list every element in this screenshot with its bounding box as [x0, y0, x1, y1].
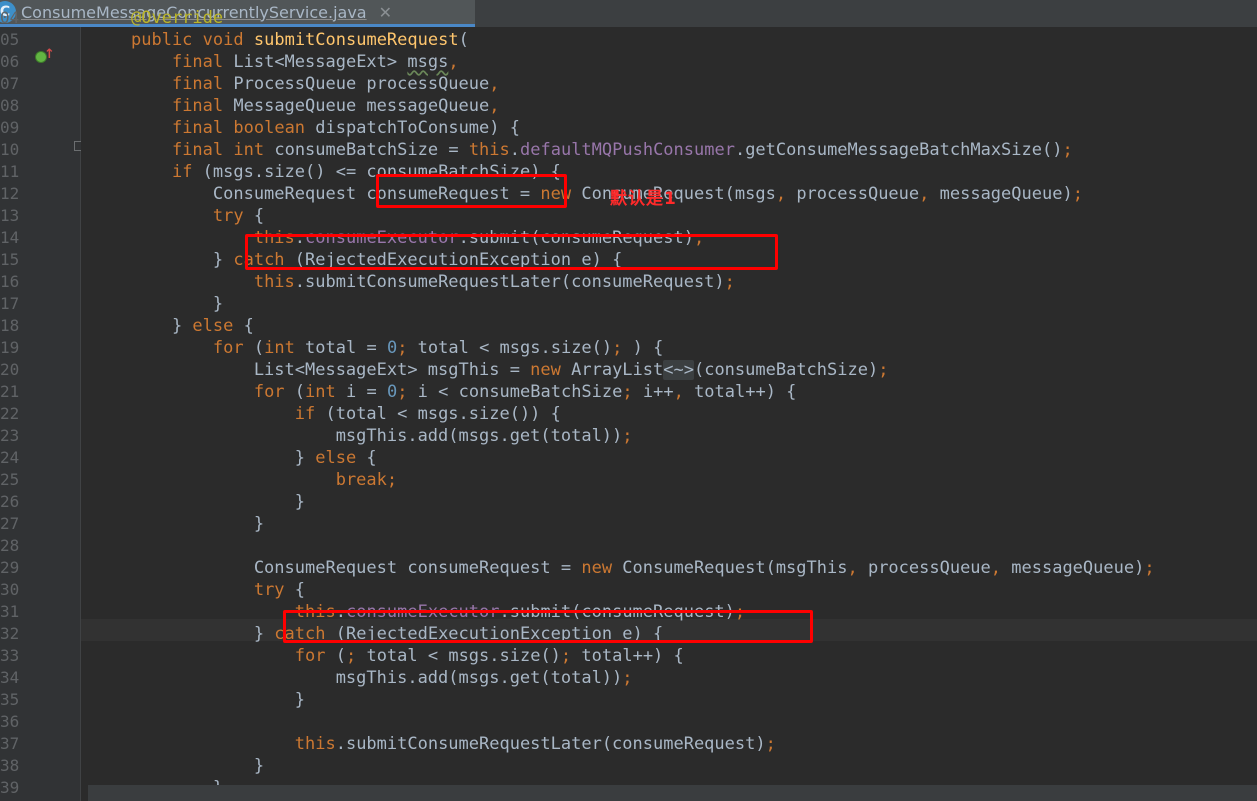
code-line[interactable]: 23 msgThis.add(msgs.get(total)); — [0, 425, 1257, 447]
line-number: 11 — [0, 162, 20, 181]
code-line[interactable]: 26 } — [0, 491, 1257, 513]
code-text: } else { — [131, 448, 377, 468]
code-line[interactable]: 05 public void submitConsumeRequest( — [0, 29, 1257, 51]
code-text: for (int i = 0; i < consumeBatchSize; i+… — [253, 382, 797, 402]
code-text: final List<MessageExt> msgs, — [171, 52, 459, 72]
code-line[interactable]: 29 ConsumeRequest consumeRequest = new C… — [0, 557, 1257, 579]
line-number: 19 — [0, 338, 20, 357]
code-line[interactable]: 27 } — [0, 513, 1257, 535]
line-number: 38 — [0, 756, 20, 775]
code-text: } — [131, 756, 265, 776]
line-number: 15 — [0, 250, 20, 269]
code-line[interactable]: 10 final int consumeBatchSize = this.def… — [0, 139, 1257, 161]
code-text: List<MessageExt> msgThis = new ArrayList… — [131, 360, 889, 380]
line-number: 10 — [0, 140, 20, 159]
line-number: 32 — [0, 624, 20, 643]
highlight-box-submit-1 — [245, 234, 778, 270]
code-text: final int consumeBatchSize = this.defaul… — [171, 140, 1073, 160]
line-number: 06 — [0, 52, 20, 71]
code-text: final MessageQueue messageQueue, — [171, 96, 500, 116]
code-text: this.submitConsumeRequestLater(consumeRe… — [253, 272, 735, 292]
code-line[interactable]: 22 if (total < msgs.size()) { — [0, 403, 1257, 425]
line-number: 08 — [0, 96, 20, 115]
code-line[interactable]: 04 @Override — [0, 7, 1257, 29]
code-line[interactable]: 20 List<MessageExt> msgThis = new ArrayL… — [0, 359, 1257, 381]
code-text: try { — [212, 206, 265, 226]
code-text: ConsumeRequest consumeRequest = new Cons… — [131, 184, 1083, 204]
code-line[interactable]: 30 try { — [0, 579, 1257, 601]
line-number: 26 — [0, 492, 20, 511]
line-number: 17 — [0, 294, 20, 313]
code-line[interactable]: 36 — [0, 711, 1257, 733]
line-number: 31 — [0, 602, 20, 621]
code-line[interactable]: 21 for (int i = 0; i < consumeBatchSize;… — [0, 381, 1257, 403]
code-line[interactable]: 37 this.submitConsumeRequestLater(consum… — [0, 733, 1257, 755]
line-number: 35 — [0, 690, 20, 709]
code-text: } else { — [131, 316, 254, 336]
line-number: 23 — [0, 426, 20, 445]
line-number: 12 — [0, 184, 20, 203]
line-number: 37 — [0, 734, 20, 753]
code-line[interactable]: 28 — [0, 535, 1257, 557]
code-line[interactable]: 06 final List<MessageExt> msgs, — [0, 51, 1257, 73]
code-line[interactable]: 25 break; — [0, 469, 1257, 491]
code-text: } — [131, 690, 305, 710]
line-number: 39 — [0, 778, 20, 797]
code-line[interactable]: 34 msgThis.add(msgs.get(total)); — [0, 667, 1257, 689]
line-number: 14 — [0, 228, 20, 247]
line-number: 05 — [0, 30, 20, 49]
code-line[interactable]: 07 final ProcessQueue processQueue, — [0, 73, 1257, 95]
code-text: } — [131, 492, 305, 512]
code-line[interactable]: 38 } — [0, 755, 1257, 777]
code-line[interactable]: 09 final boolean dispatchToConsume) { — [0, 117, 1257, 139]
line-number: 09 — [0, 118, 20, 137]
code-line[interactable]: 08 final MessageQueue messageQueue, — [0, 95, 1257, 117]
code-text: this.submitConsumeRequestLater(consumeRe… — [294, 734, 776, 754]
code-text: @Override — [131, 8, 224, 28]
code-text: for (int total = 0; total < msgs.size();… — [212, 338, 664, 358]
line-number: 36 — [0, 712, 20, 731]
line-number: 28 — [0, 536, 20, 555]
line-number: 16 — [0, 272, 20, 291]
code-text: msgThis.add(msgs.get(total)); — [131, 668, 633, 688]
code-text: final boolean dispatchToConsume) { — [171, 118, 520, 138]
code-text: public void submitConsumeRequest( — [131, 30, 469, 50]
code-line[interactable]: 11 if (msgs.size() <= consumeBatchSize) … — [0, 161, 1257, 183]
highlight-box-batch-size — [376, 174, 567, 208]
line-number: 20 — [0, 360, 20, 379]
code-text: try { — [253, 580, 306, 600]
code-text: if (total < msgs.size()) { — [294, 404, 561, 424]
code-text: final ProcessQueue processQueue, — [171, 74, 500, 94]
highlight-box-submit-2 — [283, 610, 813, 643]
line-number: 34 — [0, 668, 20, 687]
code-line[interactable]: 18 } else { — [0, 315, 1257, 337]
line-number: 24 — [0, 448, 20, 467]
line-number: 13 — [0, 206, 20, 225]
code-line[interactable]: 16 this.submitConsumeRequestLater(consum… — [0, 271, 1257, 293]
annotation-note: 默认是1 — [610, 189, 677, 209]
code-line[interactable]: 35 } — [0, 689, 1257, 711]
line-number: 25 — [0, 470, 20, 489]
line-number: 29 — [0, 558, 20, 577]
line-number: 18 — [0, 316, 20, 335]
line-number: 30 — [0, 580, 20, 599]
code-text: } — [131, 514, 265, 534]
code-line[interactable]: 33 for (; total < msgs.size(); total++) … — [0, 645, 1257, 667]
line-number: 33 — [0, 646, 20, 665]
line-number: 22 — [0, 404, 20, 423]
code-text: msgThis.add(msgs.get(total)); — [131, 426, 633, 446]
code-text: for (; total < msgs.size(); total++) { — [294, 646, 684, 666]
code-text: break; — [335, 470, 398, 490]
code-line[interactable]: 19 for (int total = 0; total < msgs.size… — [0, 337, 1257, 359]
code-text: ConsumeRequest consumeRequest = new Cons… — [131, 558, 1155, 578]
line-number: 07 — [0, 74, 20, 93]
line-number: 27 — [0, 514, 20, 533]
code-line[interactable]: 24 } else { — [0, 447, 1257, 469]
line-number: 04 — [0, 8, 20, 27]
horizontal-scrollbar[interactable] — [88, 785, 1257, 801]
line-number: 21 — [0, 382, 20, 401]
code-line[interactable]: 17 } — [0, 293, 1257, 315]
code-text: } — [131, 294, 224, 314]
